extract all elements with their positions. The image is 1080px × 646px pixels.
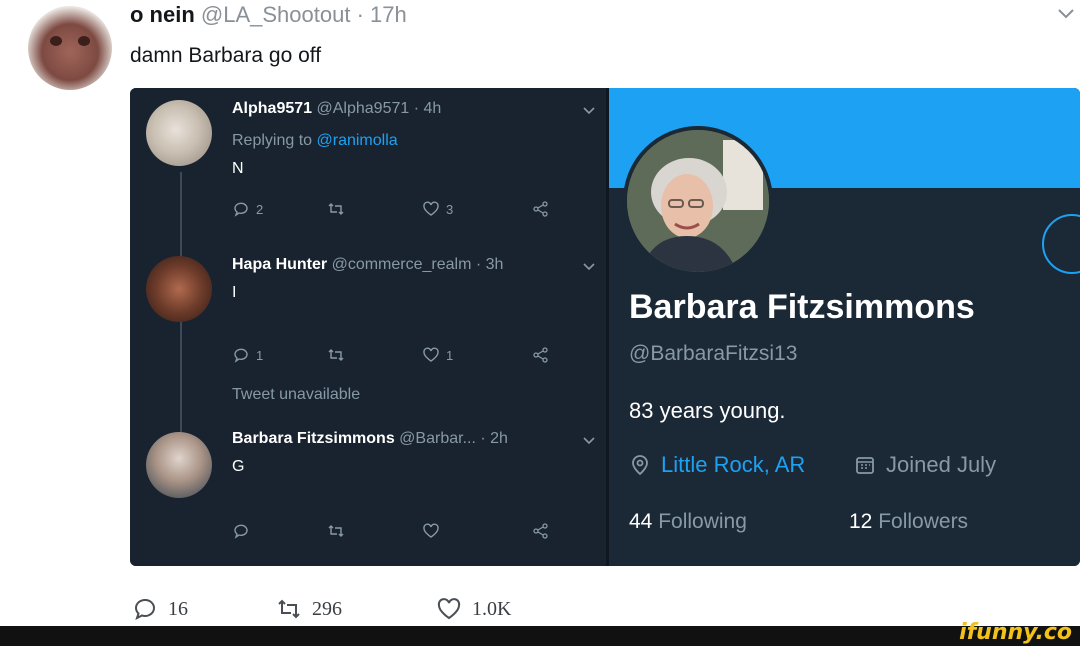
heart-icon (423, 347, 439, 362)
reply-author[interactable]: Barbara Fitzsimmons @Barbar... · 2h (232, 430, 508, 448)
share-button[interactable] (532, 344, 550, 366)
reply-text: I (232, 284, 237, 301)
reply-icon (234, 202, 248, 217)
like-button[interactable] (422, 520, 446, 542)
man-avatar[interactable] (146, 256, 212, 322)
thread-connector (180, 332, 182, 432)
chevron-down-icon[interactable] (1056, 4, 1076, 24)
barbara-avatar-small[interactable] (146, 432, 212, 498)
avatar-eye-left (50, 36, 62, 46)
ifunny-watermark: ifunny.co (959, 620, 1072, 645)
retweet-icon (278, 599, 300, 619)
profile-handle: @BarbaraFitzsi13 (629, 342, 798, 365)
heart-icon (423, 523, 439, 538)
profile-location[interactable]: Little Rock, AR (629, 452, 805, 478)
retweet-button[interactable] (327, 198, 351, 220)
profile-avatar[interactable] (623, 126, 773, 276)
tweet-time[interactable]: 17h (370, 2, 407, 27)
reply-text: N (232, 160, 244, 177)
location-pin-icon (632, 455, 648, 476)
retweet-icon (328, 525, 344, 537)
chevron-down-icon[interactable] (582, 434, 596, 448)
reply-button[interactable]: 16 (132, 596, 188, 622)
share-icon (533, 523, 548, 539)
profile-card: Barbara Fitzsimmons @BarbaraFitzsi13 83 … (609, 88, 1080, 566)
followers-count[interactable]: 12 Followers (849, 510, 968, 534)
portrait-image (627, 130, 769, 272)
reply-thread: Alpha9571 @Alpha9571 · 4h Replying to @r… (130, 88, 606, 566)
tweet-actions: 2 3 (232, 198, 562, 220)
retweet-button[interactable] (327, 520, 351, 542)
footer-bar (0, 626, 1080, 646)
avatar-eye-right (78, 36, 90, 46)
tweet-actions: 1 1 (232, 344, 562, 366)
reply-icon (234, 524, 248, 539)
calendar-icon (856, 457, 874, 474)
cat-avatar[interactable] (146, 100, 212, 166)
reply-author[interactable]: Hapa Hunter @commerce_realm · 3h (232, 256, 503, 274)
chevron-down-icon[interactable] (582, 260, 596, 274)
reply-button[interactable]: 2 (232, 198, 263, 220)
reply-author[interactable]: Alpha9571 @Alpha9571 · 4h (232, 100, 441, 118)
profile-name: Barbara Fitzsimmons (629, 288, 975, 326)
meta-separator: · (356, 2, 364, 27)
reply-icon (134, 598, 155, 620)
retweet-icon (328, 349, 344, 361)
tweet-header: o nein @LA_Shootout · 17h (130, 2, 407, 28)
tweet-actions (232, 520, 562, 542)
like-button[interactable]: 1 (422, 344, 453, 366)
share-icon (533, 201, 548, 217)
retweet-icon (328, 203, 344, 215)
retweet-button[interactable]: 296 (276, 596, 342, 622)
tweet-text: damn Barbara go off (130, 44, 322, 67)
profile-joined: Joined July (854, 452, 996, 478)
share-button[interactable] (532, 198, 550, 220)
reply-button[interactable] (232, 520, 256, 542)
author-avatar[interactable] (28, 6, 112, 90)
reply-icon (234, 348, 248, 363)
tweet-unavailable: Tweet unavailable (232, 386, 361, 403)
outer-tweet-actions: 16 296 1.0K (130, 596, 550, 626)
like-button[interactable]: 3 (422, 198, 453, 220)
like-button[interactable]: 1.0K (436, 596, 511, 622)
share-button[interactable] (532, 520, 550, 542)
author-name[interactable]: o nein (130, 2, 195, 27)
author-handle[interactable]: @LA_Shootout (201, 2, 351, 27)
chevron-down-icon[interactable] (582, 104, 596, 118)
follow-button[interactable] (1042, 214, 1080, 274)
retweet-button[interactable] (327, 344, 351, 366)
profile-bio: 83 years young. (629, 398, 786, 423)
embedded-screenshot: Alpha9571 @Alpha9571 · 4h Replying to @r… (130, 88, 1080, 566)
heart-icon (423, 201, 439, 216)
heart-icon (437, 598, 461, 620)
following-count[interactable]: 44 Following (629, 510, 747, 534)
replying-to: Replying to @ranimolla (232, 132, 398, 149)
share-icon (533, 347, 548, 363)
reply-button[interactable]: 1 (232, 344, 263, 366)
mention-link[interactable]: @ranimolla (317, 132, 398, 149)
reply-text: G (232, 458, 245, 475)
